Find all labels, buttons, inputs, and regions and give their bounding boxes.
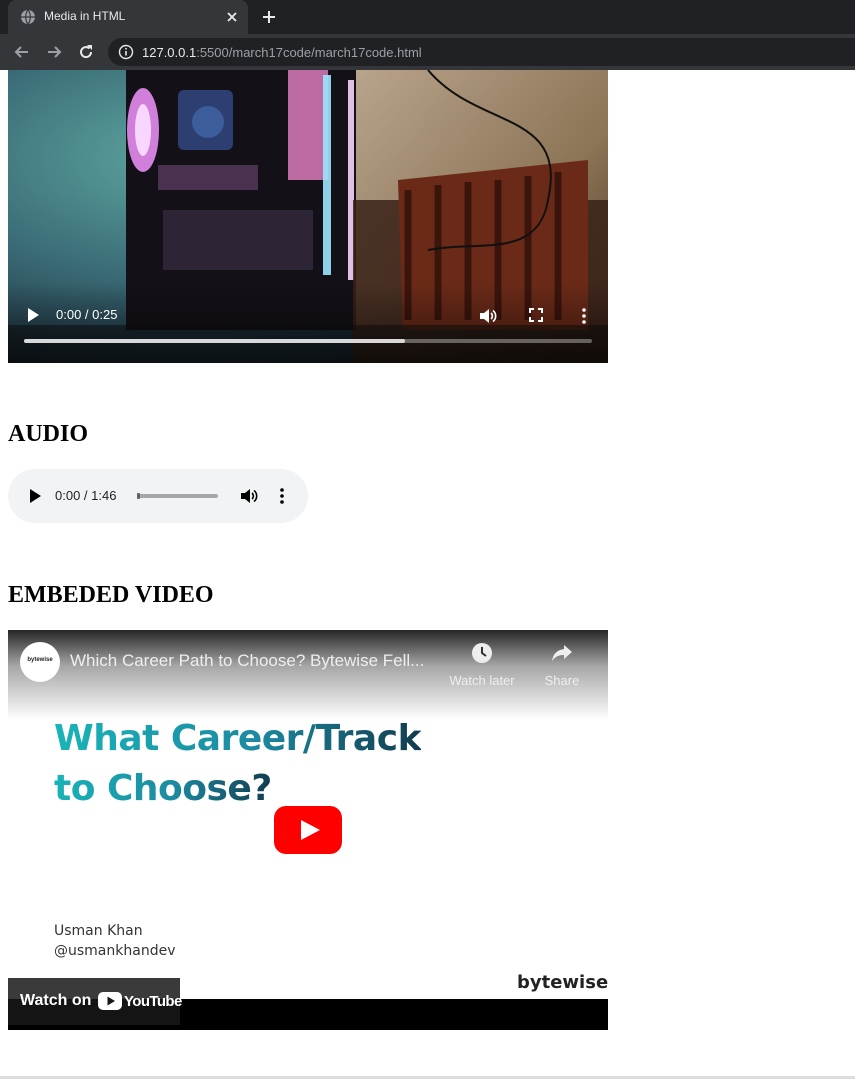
thumbnail-author-handle: @usmankhandev xyxy=(54,943,176,959)
embedded-video-heading: EMBEDED VIDEO xyxy=(8,582,214,608)
youtube-wordmark: YouTube xyxy=(124,993,182,1010)
video-seek-bar[interactable] xyxy=(24,339,592,343)
thumbnail-headline-line2: to Choose? xyxy=(54,768,272,809)
thumbnail-headline-line1: What Career/Track xyxy=(54,718,422,759)
youtube-logo-icon xyxy=(98,992,122,1010)
brand-name: bytewise xyxy=(517,972,608,993)
globe-icon xyxy=(21,9,35,25)
clock-icon xyxy=(472,643,492,663)
audio-seek-thumb[interactable] xyxy=(137,493,140,499)
reload-icon[interactable] xyxy=(76,42,96,62)
address-bar[interactable]: 127.0.0.1:5500/march17code/march17code.h… xyxy=(108,38,855,66)
youtube-play-button[interactable] xyxy=(274,806,342,854)
video-player[interactable]: 0:00 / 0:25 xyxy=(8,70,608,363)
volume-icon[interactable] xyxy=(478,306,498,326)
new-tab-button[interactable] xyxy=(260,8,278,26)
tab-strip: Media in HTML xyxy=(0,0,855,34)
channel-avatar[interactable]: bytewise xyxy=(20,642,60,682)
url-host: 127.0.0.1 xyxy=(142,45,197,60)
url-text: 127.0.0.1:5500/march17code/march17code.h… xyxy=(142,45,422,60)
browser-toolbar: 127.0.0.1:5500/march17code/march17code.h… xyxy=(0,34,855,70)
more-vert-icon[interactable] xyxy=(272,486,292,506)
video-title-link[interactable]: Which Career Path to Choose? Bytewise Fe… xyxy=(70,651,440,671)
thumbnail-author-name: Usman Khan xyxy=(54,923,143,939)
audio-heading: AUDIO xyxy=(8,421,89,447)
tab-title: Media in HTML xyxy=(44,9,126,23)
info-icon[interactable] xyxy=(118,44,134,60)
channel-avatar-text: bytewise xyxy=(27,657,53,663)
video-buffered-bar xyxy=(24,339,405,343)
forward-arrow-icon[interactable] xyxy=(44,42,64,62)
volume-icon[interactable] xyxy=(239,486,259,506)
play-icon[interactable] xyxy=(24,306,42,324)
controls-shade xyxy=(8,283,608,363)
watch-later-label: Watch later xyxy=(449,673,515,688)
close-icon[interactable] xyxy=(224,9,240,25)
fullscreen-icon[interactable] xyxy=(527,306,545,324)
audio-seek-bar[interactable] xyxy=(137,493,218,499)
play-icon[interactable] xyxy=(26,487,44,505)
share-button[interactable]: Share xyxy=(522,642,602,688)
audio-time: 0:00 / 1:46 xyxy=(55,488,117,503)
share-label: Share xyxy=(544,673,580,688)
thumbnail-brand: bytewise. xyxy=(517,972,608,993)
browser-tab[interactable]: Media in HTML xyxy=(8,0,248,34)
share-icon xyxy=(552,645,572,661)
video-time: 0:00 / 0:25 xyxy=(56,307,118,322)
watch-on-youtube-button[interactable]: Watch on YouTube xyxy=(8,978,182,1025)
back-arrow-icon[interactable] xyxy=(12,42,32,62)
audio-player[interactable]: 0:00 / 1:46 xyxy=(8,469,308,523)
youtube-embed[interactable]: What Career/Track to Choose? Usman Khan … xyxy=(8,630,608,1030)
watch-on-label: Watch on xyxy=(20,992,92,1009)
url-path: :5500/march17code/march17code.html xyxy=(196,45,422,60)
watch-later-button[interactable]: Watch later xyxy=(442,642,522,688)
more-vert-icon[interactable] xyxy=(574,306,594,326)
